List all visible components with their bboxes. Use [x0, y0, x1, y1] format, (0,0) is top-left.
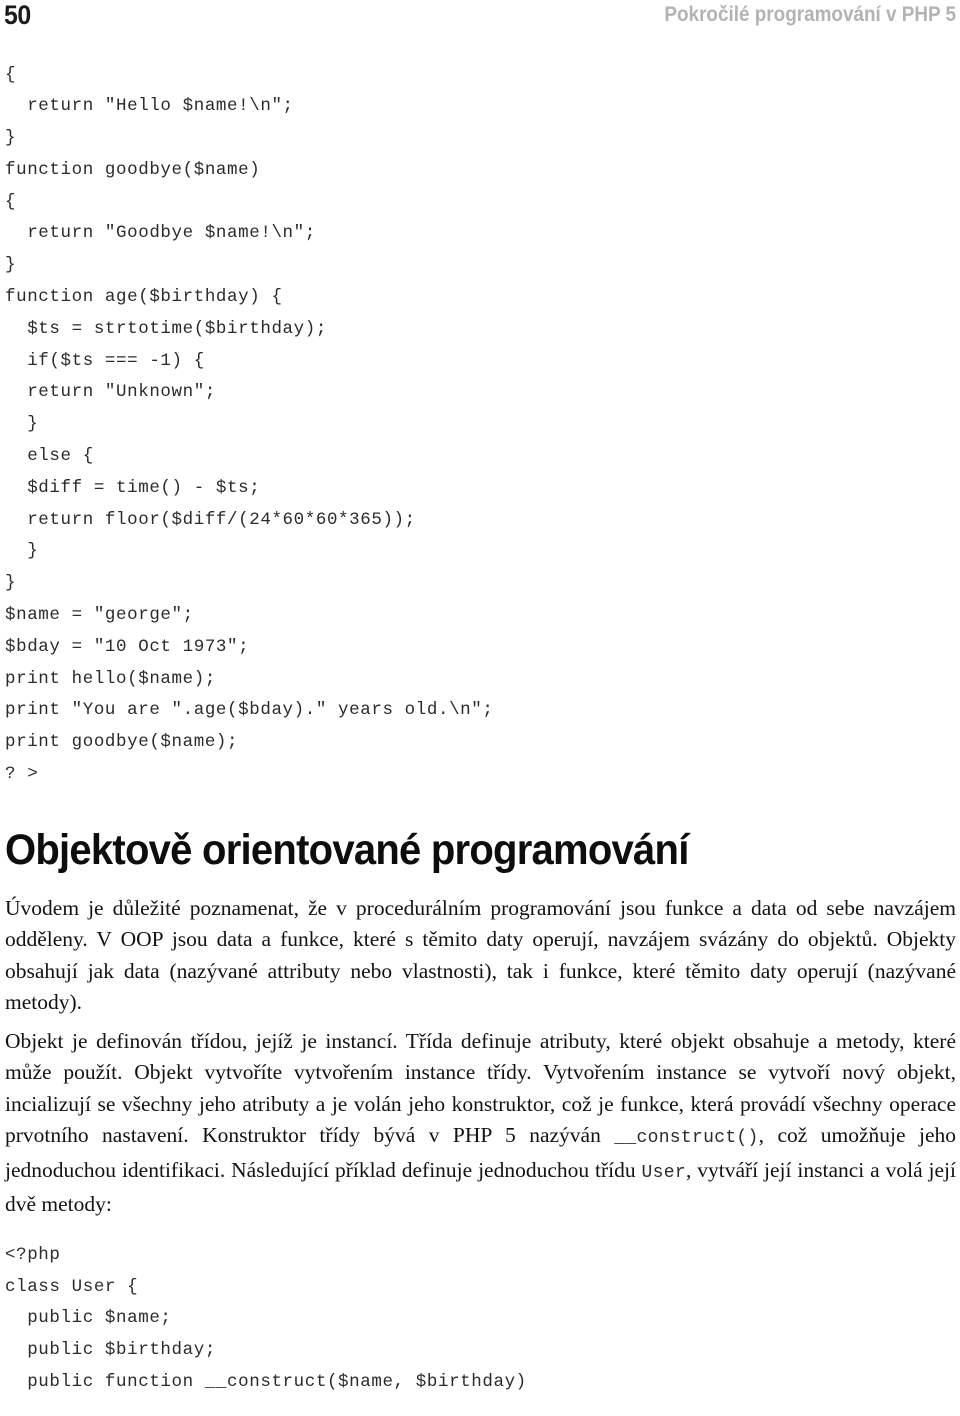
para-2: Objekt je definován třídou, jejíž je ins… — [5, 1026, 956, 1221]
code-line: $diff = time() - $ts; — [5, 477, 261, 498]
code-line: return "Hello $name!\n"; — [5, 96, 294, 117]
code-line: else { — [5, 446, 94, 467]
code-line: function age($birthday) { — [5, 287, 283, 308]
page-content: { return "Hello $name!\n";} function good… — [5, 42, 956, 1416]
text-run: Úvodem je důležité poznamenat, že v proc… — [5, 895, 956, 1015]
code-line: { — [5, 64, 17, 85]
code-line: if($ts === -1) { — [5, 350, 205, 371]
code-line: class User { — [5, 1276, 139, 1297]
code-line: public $birthday; — [5, 1340, 216, 1361]
code-line: print hello($name); — [5, 668, 216, 689]
code-line: public function __construct($name, $birt… — [5, 1372, 527, 1393]
code-line: } — [5, 255, 17, 276]
code-line: return "Goodbye $name!\n"; — [5, 223, 316, 244]
code-line: public $name; — [5, 1308, 172, 1329]
code-line: } — [5, 414, 39, 435]
section-heading: Objektově orientované programování — [5, 825, 689, 874]
code-line: $name = "george"; — [5, 605, 194, 626]
code-block-bottom: <?php class User { public $name; public $… — [5, 1240, 956, 1399]
code-line: print goodbye($name); — [5, 732, 239, 753]
code-block-top: { return "Hello $name!\n";} function good… — [5, 60, 956, 791]
para-1: Úvodem je důležité poznamenat, že v proc… — [5, 893, 956, 1019]
code-line: $ts = strtotime($birthday); — [5, 318, 327, 339]
page-number: 50 — [4, 0, 31, 30]
running-title: Pokročilé programování v PHP 5 — [664, 3, 956, 26]
code-line: function goodbye($name) — [5, 159, 261, 180]
code-line: print "You are ".age($bday)." years old.… — [5, 700, 494, 721]
running-head: 50 Pokročilé programování v PHP 5 — [0, 0, 960, 34]
code-line: <?php — [5, 1244, 61, 1265]
inline-code: User — [641, 1162, 686, 1183]
code-line: return "Unknown"; — [5, 382, 216, 403]
code-line: { — [5, 191, 17, 212]
inline-code: __construct() — [614, 1128, 759, 1149]
code-line: return floor($diff/(24*60*60*365)); — [5, 509, 416, 530]
code-line: } — [5, 573, 17, 594]
code-line: } — [5, 541, 39, 562]
body-copy: Úvodem je důležité poznamenat, že v proc… — [5, 893, 956, 1221]
code-line: } — [5, 128, 17, 149]
code-line: ? > — [5, 764, 39, 785]
code-line: $bday = "10 Oct 1973"; — [5, 636, 250, 657]
